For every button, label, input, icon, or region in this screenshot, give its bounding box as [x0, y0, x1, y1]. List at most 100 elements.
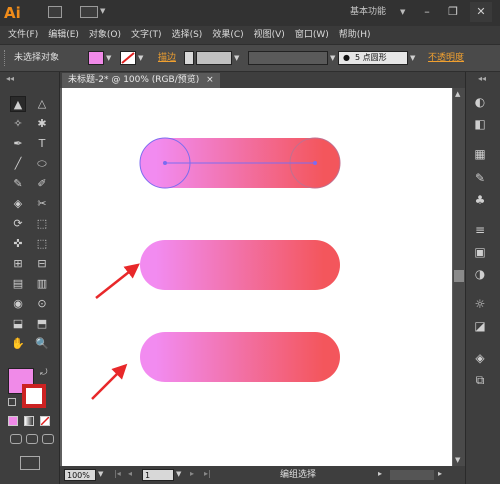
menu-window[interactable]: 窗口(W): [295, 26, 329, 44]
expand-panels-icon[interactable]: ◂◂: [478, 74, 486, 83]
layers-icon[interactable]: ◈: [471, 350, 489, 366]
workspace-chevron-icon[interactable]: ▼: [400, 8, 405, 16]
gradient-end-point[interactable]: [313, 161, 317, 165]
artboards-icon[interactable]: ⧉: [471, 372, 489, 388]
stroke-weight-dropdown-icon[interactable]: ▼: [234, 53, 242, 63]
variable-width-profile[interactable]: [248, 51, 328, 65]
prev-artboard-icon[interactable]: ◂: [128, 469, 132, 478]
scroll-down-icon[interactable]: ▼: [455, 456, 460, 464]
eyedropper-tool-icon[interactable]: ◉: [10, 296, 26, 312]
horizontal-scrollbar[interactable]: [390, 470, 434, 480]
line-segment-tool-icon[interactable]: ╱: [10, 156, 26, 172]
column-graph-tool-icon[interactable]: ⬒: [34, 316, 50, 332]
screen-mode-icon[interactable]: [20, 456, 40, 470]
menu-select[interactable]: 选择(S): [172, 26, 203, 44]
artboard[interactable]: [62, 88, 452, 466]
mesh-tool-icon[interactable]: ▤: [10, 276, 26, 292]
bridge-icon[interactable]: [48, 6, 62, 18]
last-artboard-icon[interactable]: ▸|: [204, 469, 211, 478]
menu-object[interactable]: 对象(O): [89, 26, 121, 44]
arrange-documents-icon[interactable]: [80, 6, 98, 18]
transparency-icon[interactable]: ◑: [471, 266, 489, 282]
menu-edit[interactable]: 编辑(E): [48, 26, 79, 44]
stroke-swatch[interactable]: [120, 51, 136, 65]
collapse-panel-icon[interactable]: ◂◂: [6, 74, 14, 83]
artboard-number-field[interactable]: 1: [142, 469, 174, 481]
brushes-icon[interactable]: ✎: [471, 170, 489, 186]
type-tool-icon[interactable]: T: [34, 136, 50, 152]
menu-view[interactable]: 视图(V): [254, 26, 285, 44]
default-colors-icon[interactable]: [8, 398, 16, 406]
scale-tool-icon[interactable]: ⬚: [34, 216, 50, 232]
color-panel-icon[interactable]: ◐: [471, 94, 489, 110]
shape-builder-tool-icon[interactable]: ⊞: [10, 256, 26, 272]
rotate-tool-icon[interactable]: ⟳: [10, 216, 26, 232]
blend-tool-icon[interactable]: ⊙: [34, 296, 50, 312]
symbols-icon[interactable]: ♣: [471, 192, 489, 208]
hand-tool-icon[interactable]: ✋: [10, 336, 26, 352]
pill-shape-3[interactable]: [140, 332, 340, 382]
selection-tool-icon[interactable]: ▲: [10, 96, 26, 112]
menu-file[interactable]: 文件(F): [8, 26, 38, 44]
ellipse-tool-icon[interactable]: ⬭: [34, 156, 50, 172]
minimize-button[interactable]: –: [416, 2, 438, 22]
menu-effect[interactable]: 效果(C): [212, 26, 243, 44]
zoom-field[interactable]: 100%: [64, 469, 96, 481]
stroke-weight-field[interactable]: [196, 51, 232, 65]
menu-type[interactable]: 文字(T): [131, 26, 162, 44]
draw-behind-icon[interactable]: [26, 434, 38, 444]
zoom-tool-icon[interactable]: 🔍: [34, 336, 50, 352]
artboard-dropdown-icon[interactable]: ▼: [176, 470, 181, 478]
stroke-color-box[interactable]: [22, 384, 46, 408]
restore-button[interactable]: ❐: [442, 2, 464, 22]
swatches-icon[interactable]: ▦: [471, 146, 489, 162]
eraser-tool-icon[interactable]: ✂: [34, 196, 50, 212]
appearance-icon[interactable]: ☼: [471, 296, 489, 312]
chevron-down-icon[interactable]: ▼: [100, 7, 105, 15]
fill-swatch[interactable]: [88, 51, 104, 65]
close-button[interactable]: ✕: [470, 2, 492, 22]
scroll-up-icon[interactable]: ▲: [455, 90, 460, 98]
none-mode-icon[interactable]: [40, 416, 50, 426]
menu-help[interactable]: 帮助(H): [339, 26, 371, 44]
symbol-sprayer-tool-icon[interactable]: ⬓: [10, 316, 26, 332]
blob-brush-tool-icon[interactable]: ◈: [10, 196, 26, 212]
color-guide-icon[interactable]: ◧: [471, 116, 489, 132]
status-menu-icon[interactable]: ▸: [378, 469, 382, 478]
brush-dropdown-icon[interactable]: ▼: [410, 53, 418, 63]
fill-dropdown-icon[interactable]: ▼: [106, 53, 114, 63]
width-tool-icon[interactable]: ✜: [10, 236, 26, 252]
first-artboard-icon[interactable]: |◂: [114, 469, 121, 478]
scroll-thumb[interactable]: [454, 270, 464, 282]
brush-definition[interactable]: ● 5 点圆形: [338, 51, 408, 65]
direct-selection-tool-icon[interactable]: △: [34, 96, 50, 112]
graphic-styles-icon[interactable]: ◪: [471, 318, 489, 334]
zoom-dropdown-icon[interactable]: ▼: [98, 470, 103, 478]
free-transform-tool-icon[interactable]: ⬚: [34, 236, 50, 252]
stroke-label[interactable]: 描边: [158, 52, 176, 64]
stroke-dropdown-icon[interactable]: ▼: [138, 53, 146, 63]
pen-tool-icon[interactable]: ✒: [10, 136, 26, 152]
perspective-grid-tool-icon[interactable]: ⊟: [34, 256, 50, 272]
opacity-label[interactable]: 不透明度: [428, 52, 464, 64]
next-artboard-icon[interactable]: ▸: [190, 469, 194, 478]
scroll-right-icon[interactable]: ▸: [438, 469, 442, 478]
color-mode-icon[interactable]: [8, 416, 18, 426]
paintbrush-tool-icon[interactable]: ✎: [10, 176, 26, 192]
lasso-tool-icon[interactable]: ✱: [34, 116, 50, 132]
magic-wand-tool-icon[interactable]: ✧: [10, 116, 26, 132]
workspace-switcher[interactable]: 基本功能: [350, 6, 386, 18]
gradient-panel-icon[interactable]: ▣: [471, 244, 489, 260]
stroke-panel-icon[interactable]: ≡: [471, 222, 489, 238]
draw-normal-icon[interactable]: [10, 434, 22, 444]
close-tab-icon[interactable]: ×: [206, 75, 214, 85]
pill-shape-2[interactable]: [140, 240, 340, 290]
gradient-mode-icon[interactable]: [24, 416, 34, 426]
swap-colors-icon[interactable]: ⤾: [40, 368, 48, 378]
gradient-tool-icon[interactable]: ▥: [34, 276, 50, 292]
profile-dropdown-icon[interactable]: ▼: [330, 53, 338, 63]
gradient-origin-point[interactable]: [163, 161, 167, 165]
pencil-tool-icon[interactable]: ✐: [34, 176, 50, 192]
draw-inside-icon[interactable]: [42, 434, 54, 444]
document-tab[interactable]: 未标题-2* @ 100% (RGB/预览) ×: [62, 73, 220, 88]
